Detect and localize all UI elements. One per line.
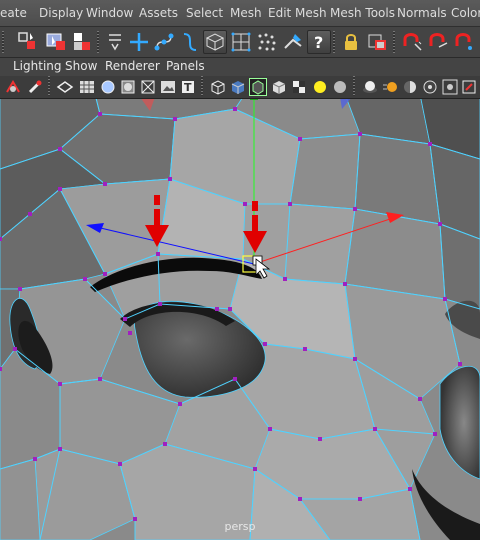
checker-icon[interactable]: [290, 78, 308, 96]
svg-text:T: T: [184, 81, 192, 94]
screen-space-ao-icon[interactable]: [361, 78, 379, 96]
viewport-canvas[interactable]: [0, 99, 480, 540]
textured-cube-icon[interactable]: [270, 78, 288, 96]
menu-assets[interactable]: Assets: [139, 6, 178, 20]
toolbar-separator: [333, 31, 335, 53]
menu-display[interactable]: Display: [39, 6, 83, 20]
toolbar-separator: [2, 31, 4, 53]
image-plane-icon[interactable]: [159, 78, 177, 96]
uv-icon[interactable]: [229, 30, 253, 54]
wireframe-shade-icon[interactable]: [56, 78, 74, 96]
magnet-3-icon[interactable]: [452, 30, 476, 54]
main-toolbar: ?: [0, 27, 480, 58]
ipr-icon[interactable]: [366, 30, 390, 54]
menu-normals[interactable]: Normals: [397, 6, 447, 20]
snap-icon[interactable]: [103, 30, 127, 54]
panel-menu-show[interactable]: Show: [65, 59, 97, 73]
menu-create[interactable]: eate: [0, 6, 27, 20]
grid-icon[interactable]: [78, 78, 96, 96]
annotation-arrow-2-dash: [252, 201, 258, 211]
panel-menu-lighting[interactable]: Lighting: [13, 59, 62, 73]
menu-color[interactable]: Color: [451, 6, 480, 20]
menu-select[interactable]: Select: [186, 6, 223, 20]
isolate-select-icon[interactable]: [441, 78, 459, 96]
wireframe-cube-icon[interactable]: [209, 78, 227, 96]
viewport-persp[interactable]: persp: [0, 99, 480, 540]
select-component-icon[interactable]: [16, 30, 40, 54]
depth-of-field-icon[interactable]: [421, 78, 439, 96]
sculpt-icon[interactable]: [281, 30, 305, 54]
bend-icon[interactable]: [178, 30, 202, 54]
menu-window[interactable]: Window: [86, 6, 133, 20]
motion-blur-icon[interactable]: [381, 78, 399, 96]
lasso-select-icon[interactable]: [44, 30, 68, 54]
xray-joints-icon[interactable]: [460, 78, 478, 96]
menu-mesh-tools[interactable]: Mesh Tools: [330, 6, 395, 20]
shadows-icon[interactable]: [331, 78, 349, 96]
bookmark-icon[interactable]: [26, 78, 44, 96]
help-icon[interactable]: ?: [307, 30, 331, 54]
text-icon[interactable]: T: [179, 78, 197, 96]
lock-icon[interactable]: [339, 30, 363, 54]
smooth-shade-icon[interactable]: [99, 78, 117, 96]
panel-menu-panels[interactable]: Panels: [166, 59, 205, 73]
vertex-mode-icon[interactable]: [255, 30, 279, 54]
magnet-1-icon[interactable]: [400, 30, 424, 54]
toolbar-separator: [97, 31, 99, 53]
panel-menubar: Lighting Show Renderer Panels: [0, 58, 480, 76]
main-menubar: eate Display Window Assets Select Mesh E…: [0, 0, 480, 27]
camera-select-icon[interactable]: [4, 78, 22, 96]
toolbar-separator: [353, 76, 355, 96]
menu-mesh[interactable]: Mesh: [230, 6, 262, 20]
xray-icon[interactable]: [139, 78, 157, 96]
light-icon[interactable]: [311, 78, 329, 96]
shaded-cube-icon[interactable]: [229, 78, 247, 96]
wireframe-on-shaded-icon[interactable]: [249, 78, 267, 96]
paint-select-icon[interactable]: [70, 30, 94, 54]
default-material-icon[interactable]: [119, 78, 137, 96]
face-mode-icon[interactable]: [203, 30, 227, 54]
annotation-arrow-1-stem: [154, 209, 160, 225]
panel-menu-renderer[interactable]: Renderer: [105, 59, 160, 73]
viewport-toolbar: T: [0, 76, 480, 99]
toolbar-separator: [201, 76, 203, 96]
move-tool-icon[interactable]: [127, 30, 151, 54]
magnet-2-icon[interactable]: [426, 30, 450, 54]
maya-window: eate Display Window Assets Select Mesh E…: [0, 0, 480, 540]
menu-edit-mesh[interactable]: Edit Mesh: [268, 6, 327, 20]
curve-tool-icon[interactable]: [152, 30, 176, 54]
toolbar-separator: [393, 31, 395, 53]
manipulator-y-cone[interactable]: [250, 99, 258, 100]
annotation-arrow-2-stem: [252, 215, 258, 231]
annotation-arrow-1-dash: [154, 195, 160, 205]
anti-aliasing-icon[interactable]: [401, 78, 419, 96]
camera-label: persp: [224, 520, 256, 533]
toolbar-separator: [48, 76, 50, 96]
svg-text:?: ?: [314, 33, 323, 52]
